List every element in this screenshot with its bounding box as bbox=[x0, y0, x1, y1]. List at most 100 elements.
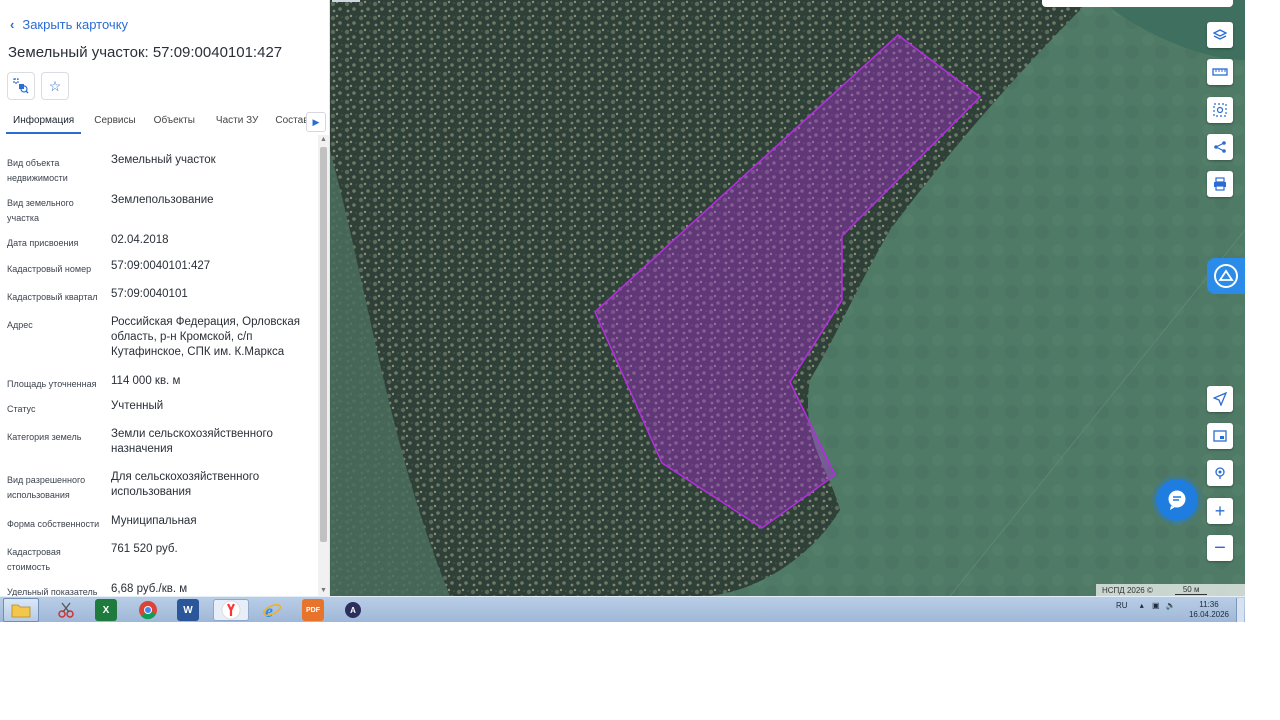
tab-objects[interactable]: Объекты bbox=[147, 110, 202, 134]
svg-text:e: e bbox=[265, 601, 273, 620]
layers-button[interactable] bbox=[1207, 22, 1233, 48]
alice-taskbar-button[interactable]: A bbox=[345, 602, 361, 618]
system-tray: RU ▴ ▣ 🔈 bbox=[1116, 601, 1176, 610]
property-label: Вид объекта недвижимости bbox=[7, 158, 68, 183]
favorite-button[interactable]: ☆ bbox=[41, 72, 69, 100]
zoom-out-icon: − bbox=[1214, 537, 1226, 559]
property-value: 57:09:0040101:427 bbox=[111, 260, 211, 272]
scroll-down-arrow-icon[interactable]: ▼ bbox=[318, 586, 329, 596]
yandex-taskbar-button[interactable] bbox=[213, 599, 249, 621]
property-value: 57:09:0040101 bbox=[111, 288, 188, 300]
minimap-button[interactable] bbox=[1207, 423, 1233, 449]
layers-icon bbox=[1213, 29, 1227, 40]
close-card-link[interactable]: ‹ Закрыть карточку bbox=[10, 17, 128, 32]
scrollbar-thumb[interactable] bbox=[320, 147, 327, 542]
select-area-icon bbox=[1213, 103, 1227, 117]
show-on-map-button[interactable] bbox=[7, 72, 35, 100]
card-title: Земельный участок: 57:09:0040101:427 bbox=[8, 44, 283, 61]
network-icon[interactable]: ▣ bbox=[1152, 601, 1160, 610]
attribution-text: НСПД 2026 © bbox=[1102, 585, 1153, 595]
property-value: 761 520 руб. bbox=[111, 543, 178, 555]
select-area-button[interactable] bbox=[1207, 97, 1233, 123]
parcel-card-panel: ‹ Закрыть карточку Земельный участок: 57… bbox=[0, 0, 330, 596]
side-service-button[interactable] bbox=[1207, 258, 1245, 294]
excel-taskbar-button[interactable]: X bbox=[95, 599, 117, 621]
tab-land-parts[interactable]: Части ЗУ bbox=[209, 110, 265, 134]
star-icon: ☆ bbox=[48, 77, 62, 94]
locate-icon bbox=[1213, 392, 1227, 406]
chrome-icon bbox=[139, 601, 157, 620]
volume-icon[interactable]: 🔈 bbox=[1166, 601, 1176, 610]
properties-list: Вид объекта недвижимости Земельный участ… bbox=[0, 140, 318, 596]
zoom-in-icon: + bbox=[1214, 501, 1226, 521]
properties-scrollbar[interactable]: ▲ ▼ bbox=[318, 135, 329, 596]
internet-explorer-icon: e bbox=[262, 601, 282, 620]
property-label: Кадастровая стоимость bbox=[7, 547, 61, 572]
property-value: Российская Федерация, Орловская область,… bbox=[111, 316, 300, 358]
chevron-left-icon: ‹ bbox=[10, 17, 15, 32]
property-value: Учтенный bbox=[111, 400, 164, 412]
pdf-taskbar-button[interactable]: PDF bbox=[302, 599, 324, 621]
scissors-icon bbox=[58, 602, 74, 618]
property-label: Кадастровый номер bbox=[7, 264, 92, 274]
taskbar-clock[interactable]: 11:36 16.04.2026 bbox=[1186, 600, 1232, 620]
property-label: Форма собственности bbox=[7, 519, 100, 529]
chevron-right-icon: ▶ bbox=[312, 116, 320, 127]
tabs-scroll-right-button[interactable]: ▶ bbox=[306, 112, 326, 132]
ruler-icon bbox=[1212, 68, 1228, 76]
tab-services[interactable]: Сервисы bbox=[87, 110, 142, 134]
service-logo-icon bbox=[1214, 264, 1238, 288]
my-location-button[interactable] bbox=[1207, 386, 1233, 412]
explorer-taskbar-button[interactable] bbox=[3, 598, 39, 622]
property-value: Земельный участок bbox=[111, 154, 216, 166]
property-label: Кадастровый квартал bbox=[7, 292, 98, 302]
satellite-map[interactable]: + − НСПД 2026 © 50 м bbox=[330, 0, 1245, 596]
map-attribution: НСПД 2026 © 50 м bbox=[1096, 584, 1245, 596]
property-label: Дата присвоения bbox=[7, 238, 79, 248]
yandex-browser-icon bbox=[221, 600, 241, 620]
clock-time: 11:36 bbox=[1199, 600, 1219, 609]
property-value: 114 000 кв. м bbox=[111, 375, 181, 387]
language-indicator[interactable]: RU bbox=[1116, 601, 1128, 610]
show-desktop-button[interactable] bbox=[1236, 598, 1244, 622]
geo-search-button[interactable] bbox=[1207, 460, 1233, 486]
scroll-up-arrow-icon[interactable]: ▲ bbox=[318, 135, 329, 145]
close-card-label: Закрыть карточку bbox=[22, 17, 129, 32]
print-icon bbox=[1214, 177, 1226, 191]
clock-date: 16.04.2026 bbox=[1188, 610, 1230, 619]
property-label: Адрес bbox=[7, 320, 33, 330]
tab-information[interactable]: Информация bbox=[6, 110, 82, 134]
map-search-box[interactable] bbox=[1042, 0, 1233, 7]
property-label: Категория земель bbox=[7, 432, 82, 442]
excel-icon: X bbox=[102, 604, 110, 616]
property-value: 6,68 руб./кв. м bbox=[111, 583, 188, 595]
alice-icon: A bbox=[350, 605, 356, 615]
word-taskbar-button[interactable]: W bbox=[177, 599, 199, 621]
tray-arrow-icon[interactable]: ▴ bbox=[1140, 601, 1144, 610]
share-button[interactable] bbox=[1207, 134, 1233, 160]
zoom-in-button[interactable]: + bbox=[1207, 498, 1233, 524]
map-top-tab bbox=[332, 0, 360, 2]
property-value: Землепользование bbox=[111, 194, 214, 206]
property-label: Статус bbox=[7, 404, 36, 414]
zoom-to-object-icon bbox=[13, 78, 29, 94]
property-label: Площадь уточненная bbox=[7, 379, 97, 389]
card-tabs: Информация Сервисы Объекты Части ЗУ Сост… bbox=[6, 110, 328, 134]
chat-icon bbox=[1168, 490, 1186, 510]
measure-button[interactable] bbox=[1207, 59, 1233, 85]
property-value: Для сельскохозяйственного использования bbox=[111, 471, 260, 498]
ie-taskbar-button[interactable]: e bbox=[261, 599, 283, 621]
scale-bar: 50 м bbox=[1174, 585, 1208, 595]
folder-icon bbox=[11, 604, 31, 618]
property-label: Вид разрешенного использования bbox=[7, 475, 86, 500]
geo-pin-icon bbox=[1215, 467, 1225, 479]
minimap-icon bbox=[1213, 430, 1227, 442]
property-value: Муниципальная bbox=[111, 515, 197, 527]
zoom-out-button[interactable]: − bbox=[1207, 535, 1233, 561]
chat-button[interactable] bbox=[1156, 479, 1198, 521]
chrome-taskbar-button[interactable] bbox=[137, 599, 159, 621]
print-button[interactable] bbox=[1207, 171, 1233, 197]
scissors-taskbar-button[interactable] bbox=[55, 599, 77, 621]
property-value: 02.04.2018 bbox=[111, 234, 169, 246]
screen: ‹ Закрыть карточку Земельный участок: 57… bbox=[0, 0, 1245, 622]
